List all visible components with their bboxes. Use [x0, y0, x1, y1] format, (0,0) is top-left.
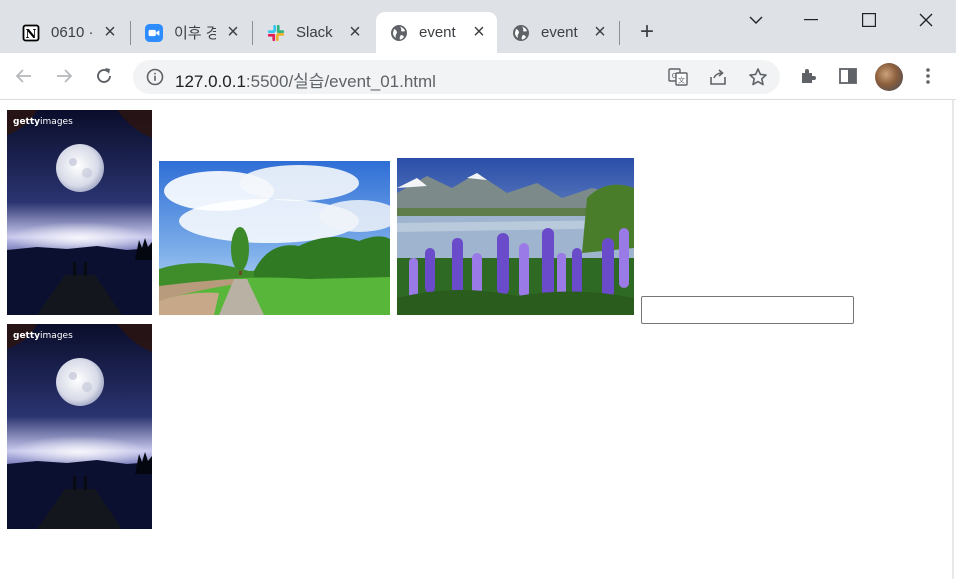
tab-title: event: [541, 24, 578, 41]
text-input[interactable]: [641, 296, 854, 324]
meadow-image[interactable]: [159, 161, 390, 315]
url-path: :5500/실습/event_01.html: [245, 72, 436, 91]
close-tab-icon[interactable]: ×: [592, 22, 608, 42]
minimize-button[interactable]: [799, 8, 823, 32]
tab-strip: N 0610 · × 이후 경 × Slack | × event × even…: [0, 0, 956, 53]
site-info-icon[interactable]: [146, 68, 164, 86]
lupine-image[interactable]: [397, 158, 634, 315]
profile-avatar[interactable]: [875, 63, 903, 91]
globe-icon: [390, 24, 408, 42]
page-content: gettyimages gettyimages: [0, 100, 954, 579]
menu-icon[interactable]: [918, 66, 938, 86]
tab-search-icon[interactable]: [744, 8, 768, 32]
tab-title: Slack |: [296, 24, 338, 41]
tab-slack[interactable]: Slack | ×: [253, 12, 373, 53]
tab-title: event: [419, 24, 456, 41]
tab-event[interactable]: event ×: [498, 12, 618, 53]
translate-icon[interactable]: G文: [668, 67, 688, 87]
tab-title: 이후 경: [174, 25, 216, 42]
url-text: 127.0.0.1:5500/실습/event_01.html: [175, 67, 436, 92]
bookmark-star-icon[interactable]: [748, 67, 768, 87]
extensions-icon[interactable]: [798, 66, 818, 86]
maximize-button[interactable]: [857, 8, 881, 32]
reload-button[interactable]: [93, 65, 115, 87]
slack-icon: [267, 24, 285, 42]
notion-icon: N: [22, 24, 40, 42]
new-tab-button[interactable]: +: [635, 20, 659, 44]
svg-text:N: N: [26, 27, 37, 41]
share-icon[interactable]: [708, 67, 728, 87]
moon-image-1[interactable]: gettyimages: [7, 110, 152, 315]
svg-text:G: G: [672, 72, 677, 80]
svg-text:文: 文: [678, 76, 685, 85]
globe-icon: [512, 24, 530, 42]
browser-toolbar: 127.0.0.1:5500/실습/event_01.html G文: [0, 53, 956, 100]
svg-text:gettyimages: gettyimages: [13, 331, 73, 341]
address-bar[interactable]: 127.0.0.1:5500/실습/event_01.html G文: [133, 60, 780, 94]
back-button[interactable]: [13, 65, 35, 87]
side-panel-icon[interactable]: [838, 66, 858, 86]
tab-notion[interactable]: N 0610 · ×: [8, 12, 128, 53]
tab-title: 0610 ·: [51, 24, 93, 41]
close-tab-icon[interactable]: ×: [471, 22, 487, 42]
close-tab-icon[interactable]: ×: [347, 22, 363, 42]
zoom-icon: [145, 23, 163, 42]
tab-event-active[interactable]: event ×: [376, 12, 497, 53]
forward-button[interactable]: [53, 65, 75, 87]
moon-image-2[interactable]: gettyimages: [7, 324, 152, 529]
svg-text:gettyimages: gettyimages: [13, 117, 73, 127]
tab-zoom[interactable]: 이후 경 ×: [131, 12, 251, 53]
close-tab-icon[interactable]: ×: [102, 22, 118, 42]
tab-separator: [619, 21, 620, 45]
url-host: 127.0.0.1: [175, 72, 246, 91]
close-tab-icon[interactable]: ×: [225, 22, 241, 42]
close-window-button[interactable]: [914, 8, 938, 32]
